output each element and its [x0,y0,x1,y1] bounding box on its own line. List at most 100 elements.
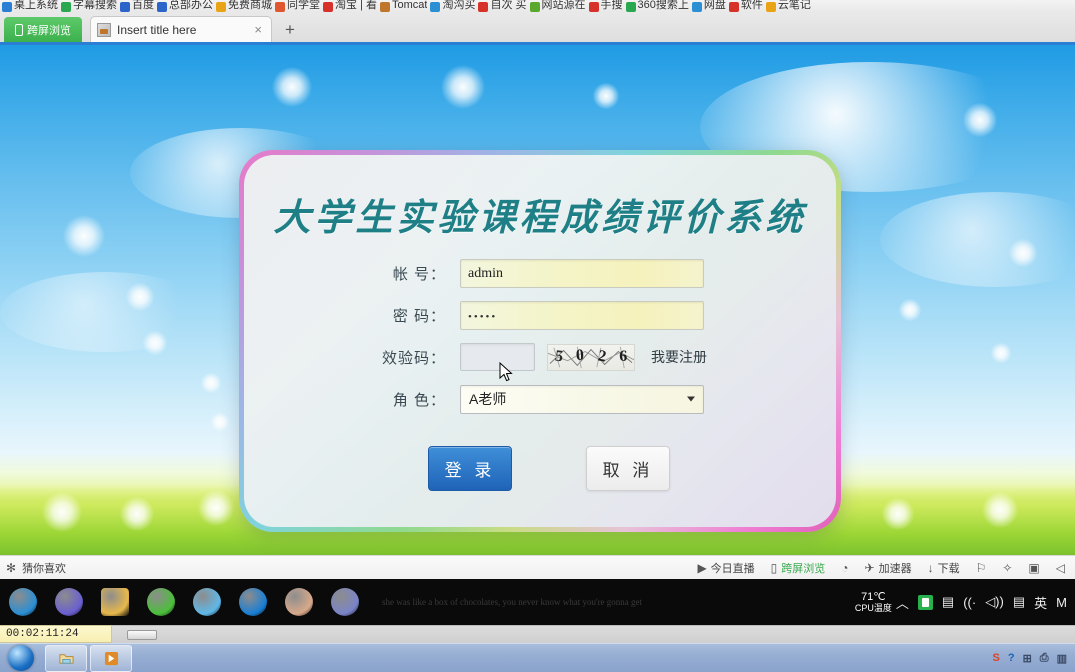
green-browser-icon [147,588,175,616]
start-button[interactable] [0,644,42,672]
folder-icon [58,653,74,664]
taskbar-browser-circle-icon[interactable] [0,579,46,625]
dandelion-icon [440,64,486,110]
bookmark-item[interactable]: 淘宝 | 看 [323,0,377,13]
captcha-label: 效验码： [381,349,446,367]
guess-you-like-link[interactable]: 猜你喜欢 [22,560,66,576]
taskbar-item-powerpoint[interactable] [90,644,132,672]
role-select[interactable]: A老师 [460,384,704,414]
browser-status-bar: ✻ 猜你喜欢 ▶ 今日直播 ▯ 跨屏浏览 ◔ ✈ 加速器 ↓ 下载 ⚐ ✧ ▣ ◁ [0,555,1075,579]
captcha-image[interactable]: 5026 [547,343,635,371]
cpu-temp-value: 71℃ [861,590,886,603]
bookmark-item[interactable]: 360搜索上 [625,0,689,13]
bookmark-label: 360搜索上 [637,0,689,11]
crossscreen-browse-button[interactable]: 跨屏浏览 [4,17,82,42]
dandelion-icon [210,412,230,432]
register-link[interactable]: 我要注册 [651,347,707,367]
bookmark-favicon [120,1,130,12]
ime-english-icon[interactable]: 英 [1034,593,1047,612]
internet-explorer-icon [239,588,267,616]
dandelion-icon [962,102,998,138]
taskbar-firefox-icon[interactable] [322,579,368,625]
taskbar-internet-explorer-icon[interactable] [230,579,276,625]
bookmark-item[interactable]: 手搜 [588,0,623,13]
status-item-phone[interactable]: ▯ 跨屏浏览 [771,560,826,576]
bookmark-favicon [379,1,390,12]
bookmark-label: Tomcat [391,0,428,11]
bookmark-item[interactable]: 自次 买 [478,0,527,13]
printer-icon[interactable]: ⎙ [1040,652,1049,665]
page-background: 大学生实验课程成绩评价系统 帐 号： admin 密 码： ••••• 效验码： [0,42,1075,555]
status-item-play-circle[interactable]: ▶ 今日直播 [697,560,754,576]
volume-icon[interactable]: ◁)) [985,594,1004,610]
new-tab-button[interactable]: + [278,18,302,42]
password-input[interactable]: ••••• [460,300,704,330]
help-icon[interactable]: ? [1008,652,1015,664]
bookmark-label: 同学堂 [287,0,320,11]
login-button[interactable]: 登 录 [428,446,512,491]
browser-tab[interactable]: Insert title here × [90,16,272,42]
bookmark-label: 云笔记 [777,0,811,11]
status-item-rocket[interactable]: ✈ 加速器 [865,560,912,576]
captcha-input[interactable] [460,343,535,371]
folder-icon [101,588,129,616]
clipboard-icon[interactable]: ▥ [1057,652,1067,665]
status-item-download-arrow[interactable]: ↓ 下载 [928,560,960,576]
bookmarks-bar: 桌上系统 字幕搜索 百度 总部办公 免费商城 同学堂 淘宝 | 看 Tomcat 淘沟买 自次 买… [0,0,1075,13]
wifi-icon[interactable]: ((· [963,595,976,610]
sogou-icon[interactable]: S [992,652,999,664]
bookmark-favicon [625,1,636,12]
bookmark-favicon [478,1,489,12]
account-row: 帐 号： admin [244,257,836,289]
bookmark-item[interactable]: 桌上系统 [2,0,58,13]
login-form: 帐 号： admin 密 码： ••••• 效验码： 5 0 2 6 我要注册 … [244,257,836,425]
close-icon[interactable]: × [251,22,265,37]
status-item-flag[interactable]: ⚐ [976,562,987,574]
status-item-label: 加速器 [878,562,912,575]
taskbar-notepad-icon[interactable] [184,579,230,625]
status-item-window[interactable]: ▣ [1028,562,1039,574]
page-title: 大学生实验课程成绩评价系统 [273,198,807,239]
status-item-volume[interactable]: ◁ [1056,562,1065,574]
taskbar-photo-icon[interactable] [276,579,322,625]
bookmark-item[interactable]: 网盘 [691,0,726,13]
mouse-icon[interactable]: M [1056,595,1067,610]
taskbar-folder-icon[interactable] [92,579,138,625]
taskbar-dolphin-icon[interactable] [46,579,92,625]
account-input[interactable]: admin [460,258,704,288]
bookmark-item[interactable]: 百度 [120,0,154,13]
dandelion-icon [125,282,155,312]
bookmark-item[interactable]: Tomcat [379,0,428,13]
status-item-leaf[interactable]: ✧ [1002,562,1012,574]
horizontal-scrollbar[interactable] [112,625,1075,643]
bookmark-item[interactable]: 同学堂 [275,0,320,13]
cancel-button[interactable]: 取 消 [586,446,670,491]
bookmark-item[interactable]: 网站源在 [529,0,586,13]
green-app-icon[interactable] [917,594,933,610]
captcha-row: 效验码： 5026 我要注册 [244,341,836,373]
network-icon[interactable]: ⊞ [1023,652,1032,665]
bookmark-label: 桌上系统 [14,0,58,11]
taskbar-item-explorer[interactable] [45,644,87,672]
status-item-speedometer[interactable]: ◔ [841,562,848,574]
bookmark-favicon [2,1,12,12]
bookmark-item[interactable]: 免费商城 [216,0,272,13]
bookmark-item[interactable]: 云笔记 [765,0,811,13]
monitor-icon[interactable]: ▤ [942,594,954,610]
bookmark-item[interactable]: 总部办公 [157,0,213,13]
bookmark-item[interactable]: 淘沟买 [430,0,475,13]
bookmark-item[interactable]: 软件 [728,0,763,13]
chevron-up-icon[interactable]: ︿ [896,593,909,612]
window-icon: ▣ [1028,560,1040,575]
scrollbar-thumb[interactable] [127,630,157,640]
download-arrow-icon: ↓ [927,560,934,575]
message-icon[interactable]: ▤ [1013,594,1025,610]
phone-icon: ▯ [770,560,778,575]
bookmark-favicon [61,1,71,12]
bookmark-item[interactable]: 字幕搜索 [61,0,117,13]
taskbar: she was like a box of chocolates, you ne… [0,579,1075,625]
taskbar-green-browser-icon[interactable] [138,579,184,625]
login-card-inner: 大学生实验课程成绩评价系统 帐 号： admin 密 码： ••••• 效验码： [244,155,836,527]
dandelion-icon [200,372,222,394]
status-item-label: 下载 [937,562,960,575]
